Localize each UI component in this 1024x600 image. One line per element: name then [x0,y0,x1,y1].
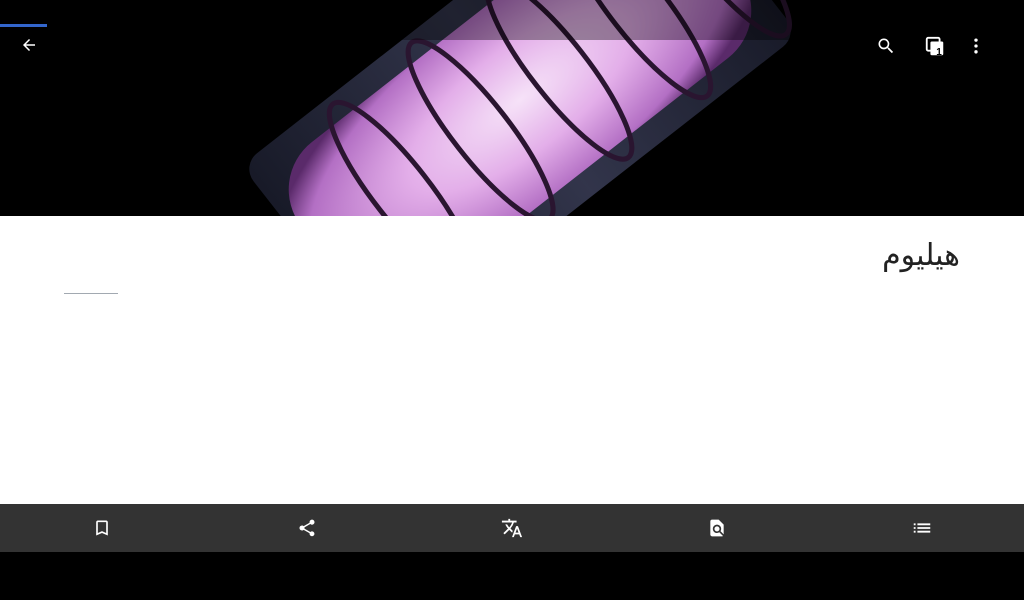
lead-image[interactable]: 1 [0,0,1024,216]
translate-button[interactable] [410,504,615,552]
contents-icon [913,523,930,533]
find-in-page-icon [710,519,724,537]
helium-tube-image [0,0,1024,216]
contents-button[interactable] [819,504,1024,552]
title-divider [64,293,118,294]
article-title: هيليوم [882,238,960,273]
bottom-action-bar [0,504,1024,552]
back-button[interactable] [20,36,60,76]
bookmark-button[interactable] [0,504,205,552]
translate-icon [501,518,523,538]
search-button[interactable] [876,36,916,76]
share-button[interactable] [205,504,410,552]
overflow-menu-button[interactable] [966,36,1006,76]
page-load-progress-bar [0,24,47,27]
find-in-page-button[interactable] [614,504,819,552]
back-arrow-icon [23,39,35,51]
bookmark-icon [96,520,109,536]
tab-count-label: 1 [936,47,942,58]
overflow-menu-icon [974,38,978,54]
share-icon [299,519,315,537]
tabs-button[interactable]: 1 [924,36,964,76]
search-icon [878,38,894,54]
article-content: هيليوم [0,216,1024,504]
system-navigation-area [0,552,1024,600]
